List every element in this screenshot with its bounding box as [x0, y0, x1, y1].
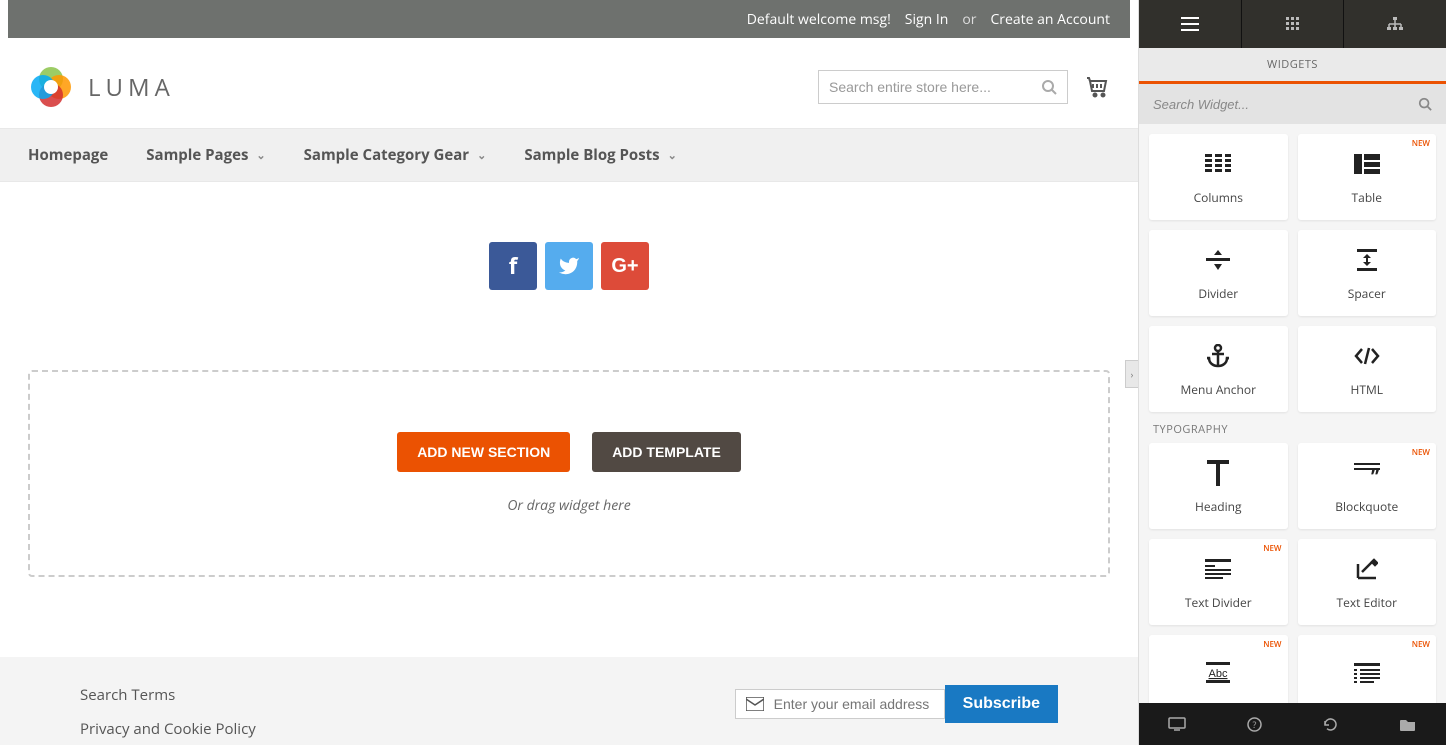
- social-share-row: f G+: [0, 182, 1138, 370]
- chevron-down-icon: ⌄: [668, 148, 677, 163]
- nav-label: Sample Category Gear: [304, 145, 469, 165]
- sign-in-link[interactable]: Sign In: [905, 10, 949, 29]
- luma-logo-icon: [28, 64, 74, 110]
- texteditor-icon: [1356, 554, 1378, 584]
- add-template-button[interactable]: ADD TEMPLATE: [592, 432, 741, 472]
- search-input[interactable]: [829, 79, 1041, 95]
- new-badge: NEW: [1263, 543, 1281, 554]
- widget-search: [1139, 84, 1446, 124]
- widget-label: HTML: [1350, 381, 1383, 398]
- subscribe-input-wrapper: [735, 689, 945, 719]
- chevron-down-icon: ⌄: [477, 148, 486, 163]
- svg-text:”: ”: [1371, 465, 1379, 483]
- collapse-sidebar-handle[interactable]: ›: [1125, 360, 1138, 388]
- sidebar-bottom-bar: ?: [1139, 703, 1446, 745]
- heading-icon: [1207, 458, 1229, 488]
- svg-text:Abc: Abc: [1209, 668, 1228, 680]
- facebook-button[interactable]: f: [489, 242, 537, 290]
- envelope-icon: [746, 697, 764, 711]
- cart-icon[interactable]: [1086, 75, 1110, 99]
- search-icon[interactable]: [1418, 97, 1432, 111]
- widget-label: Columns: [1194, 189, 1243, 206]
- widget-label: Heading: [1195, 498, 1242, 515]
- html-icon: [1354, 341, 1380, 371]
- logo-text: LUMA: [88, 71, 175, 104]
- widget-card-menu-anchor[interactable]: Menu Anchor: [1149, 326, 1288, 412]
- widget-card-text-divider[interactable]: NEW Text Divider: [1149, 539, 1288, 625]
- drag-hint-text: Or drag widget here: [50, 496, 1088, 515]
- widget-label: Divider: [1198, 285, 1238, 302]
- svg-text:?: ?: [1252, 718, 1256, 731]
- footer-link-search-terms[interactable]: Search Terms: [80, 685, 256, 705]
- widgets-sidebar: WIDGETS Columns NEW Table Divider Spacer Menu…: [1138, 0, 1446, 745]
- history-icon[interactable]: [1293, 703, 1370, 745]
- list-icon: [1354, 658, 1380, 688]
- responsive-icon[interactable]: [1139, 703, 1216, 745]
- nav-item-sample-pages[interactable]: Sample Pages ⌄: [146, 129, 265, 181]
- widget-label: Spacer: [1348, 285, 1386, 302]
- widget-card-blockquote[interactable]: NEW ” Blockquote: [1298, 443, 1437, 529]
- footer-link-privacy[interactable]: Privacy and Cookie Policy: [80, 719, 256, 739]
- blockquote-icon: ”: [1354, 458, 1380, 488]
- search-icon[interactable]: [1041, 79, 1057, 95]
- widget-label: Text Editor: [1337, 594, 1397, 611]
- widget-label: Table: [1352, 189, 1382, 206]
- widget-label: Blockquote: [1335, 498, 1398, 515]
- sidebar-top-tabs: [1139, 0, 1446, 48]
- columns-icon: [1205, 149, 1231, 179]
- divider-icon: [1206, 245, 1230, 275]
- nav-item-homepage[interactable]: Homepage: [28, 129, 108, 181]
- logo[interactable]: LUMA: [28, 64, 175, 110]
- nav-item-sample-blog[interactable]: Sample Blog Posts ⌄: [524, 129, 677, 181]
- top-bar: Default welcome msg! Sign In or Create a…: [8, 0, 1130, 38]
- widget-card-columns[interactable]: Columns: [1149, 134, 1288, 220]
- nav-label: Sample Pages: [146, 145, 248, 165]
- site-header: LUMA: [0, 46, 1138, 128]
- search-box[interactable]: [818, 70, 1068, 104]
- widget-card-divider[interactable]: Divider: [1149, 230, 1288, 316]
- abc-icon: Abc: [1204, 658, 1232, 688]
- help-icon[interactable]: ?: [1216, 703, 1293, 745]
- nav-label: Sample Blog Posts: [524, 145, 659, 165]
- widget-card-list[interactable]: NEW: [1298, 635, 1437, 703]
- widget-card-heading[interactable]: Heading: [1149, 443, 1288, 529]
- new-badge: NEW: [1412, 138, 1430, 149]
- new-badge: NEW: [1412, 447, 1430, 458]
- footer: Search Terms Privacy and Cookie Policy S…: [0, 657, 1138, 745]
- nav-label: Homepage: [28, 145, 108, 165]
- sidebar-tab-grid[interactable]: [1242, 0, 1345, 48]
- main-nav: Homepage Sample Pages ⌄ Sample Category …: [0, 128, 1138, 182]
- widget-card-table[interactable]: NEW Table: [1298, 134, 1437, 220]
- table-icon: [1354, 149, 1380, 179]
- create-account-link[interactable]: Create an Account: [990, 10, 1110, 29]
- textdivider-icon: [1205, 554, 1231, 584]
- widget-card-html[interactable]: HTML: [1298, 326, 1437, 412]
- new-badge: NEW: [1263, 639, 1281, 650]
- subscribe-input[interactable]: [774, 696, 934, 712]
- welcome-msg: Default welcome msg!: [747, 10, 891, 29]
- widget-label: Text Divider: [1185, 594, 1252, 611]
- anchor-icon: [1207, 341, 1229, 371]
- or-text: or: [962, 10, 976, 29]
- folder-icon[interactable]: [1369, 703, 1446, 745]
- chevron-down-icon: ⌄: [256, 148, 265, 163]
- sidebar-tab-menu[interactable]: [1139, 0, 1242, 48]
- googleplus-button[interactable]: G+: [601, 242, 649, 290]
- widget-card-text-editor[interactable]: Text Editor: [1298, 539, 1437, 625]
- add-section-button[interactable]: ADD NEW SECTION: [397, 432, 570, 472]
- nav-item-sample-category[interactable]: Sample Category Gear ⌄: [304, 129, 487, 181]
- twitter-button[interactable]: [545, 242, 593, 290]
- widget-card-abc[interactable]: NEW Abc: [1149, 635, 1288, 703]
- subscribe-button[interactable]: Subscribe: [945, 685, 1058, 723]
- page-builder-dropzone[interactable]: ADD NEW SECTION ADD TEMPLATE Or drag wid…: [28, 370, 1110, 577]
- widget-card-spacer[interactable]: Spacer: [1298, 230, 1437, 316]
- new-badge: NEW: [1412, 639, 1430, 650]
- sidebar-title: WIDGETS: [1139, 48, 1446, 84]
- sidebar-tab-tree[interactable]: [1344, 0, 1446, 48]
- widget-search-input[interactable]: [1153, 97, 1418, 112]
- spacer-icon: [1357, 245, 1377, 275]
- widget-label: Menu Anchor: [1180, 381, 1256, 398]
- typography-section-title: TYPOGRAPHY: [1149, 412, 1436, 443]
